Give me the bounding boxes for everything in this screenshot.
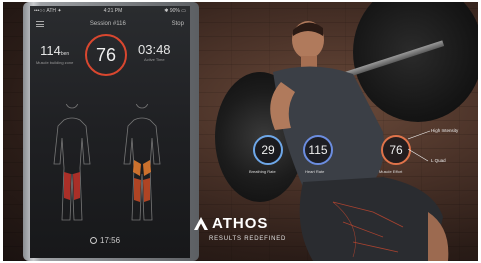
clock-icon	[90, 237, 97, 244]
workout-timer: 17:56	[90, 236, 120, 245]
left-stat-value: 114	[40, 43, 61, 58]
l-quad-label: L Quad	[431, 158, 446, 163]
right-stat: 03:48 Active Time	[138, 42, 171, 62]
session-title: Session #116	[89, 21, 126, 27]
session-header: Session #116 Stop	[30, 17, 190, 31]
brand-name: ATHOS	[212, 215, 269, 232]
high-intensity-label: High Intensity	[431, 128, 459, 133]
breathing-rate-value: 29	[261, 143, 275, 157]
brand-tagline: RESULTS REDEFINED	[209, 236, 287, 242]
left-stat-unit: ben	[60, 51, 70, 57]
body-back-figure	[123, 104, 161, 221]
muscle-effort-ring: 76	[381, 135, 411, 165]
phone-status-bar: •••○○ ATH ✦ 4:21 PM ✱ 90% ▭	[30, 6, 190, 16]
timer-value: 17:56	[100, 236, 121, 245]
status-time: 4:21 PM	[103, 8, 123, 14]
effort-score: 76	[95, 44, 117, 65]
athos-logo-icon	[194, 217, 208, 230]
body-front-figure	[53, 104, 91, 221]
effort-score-ring: 76	[85, 34, 127, 76]
heart-rate-ring: 115	[303, 135, 333, 165]
muscle-effort-value: 76	[389, 143, 403, 157]
phone-screen: •••○○ ATH ✦ 4:21 PM ✱ 90% ▭ Session #116…	[30, 6, 190, 258]
carrier-text: •••○○ ATH ✦	[34, 8, 62, 14]
heart-rate-value: 115	[308, 143, 328, 157]
menu-icon[interactable]	[36, 21, 44, 27]
breathing-rate-label: Breathing Rate	[249, 169, 276, 174]
right-stat-label: Active Time	[143, 57, 165, 62]
athos-logo: ATHOS	[194, 215, 268, 232]
battery-text: ✱ 90% ▭	[164, 8, 186, 14]
left-stat: 114ben Muscle building zone	[36, 42, 73, 65]
right-stat-value: 03:48	[138, 42, 171, 57]
muscle-effort-label: Muscle Effort	[379, 169, 403, 174]
stop-button[interactable]: Stop	[172, 21, 184, 27]
heart-rate-label: Heart Rate	[305, 169, 325, 174]
hero-image: 29 Breathing Rate 115 Heart Rate 76 Musc…	[3, 2, 478, 261]
left-stat-label: Muscle building zone	[36, 60, 74, 65]
breathing-rate-ring: 29	[253, 135, 283, 165]
